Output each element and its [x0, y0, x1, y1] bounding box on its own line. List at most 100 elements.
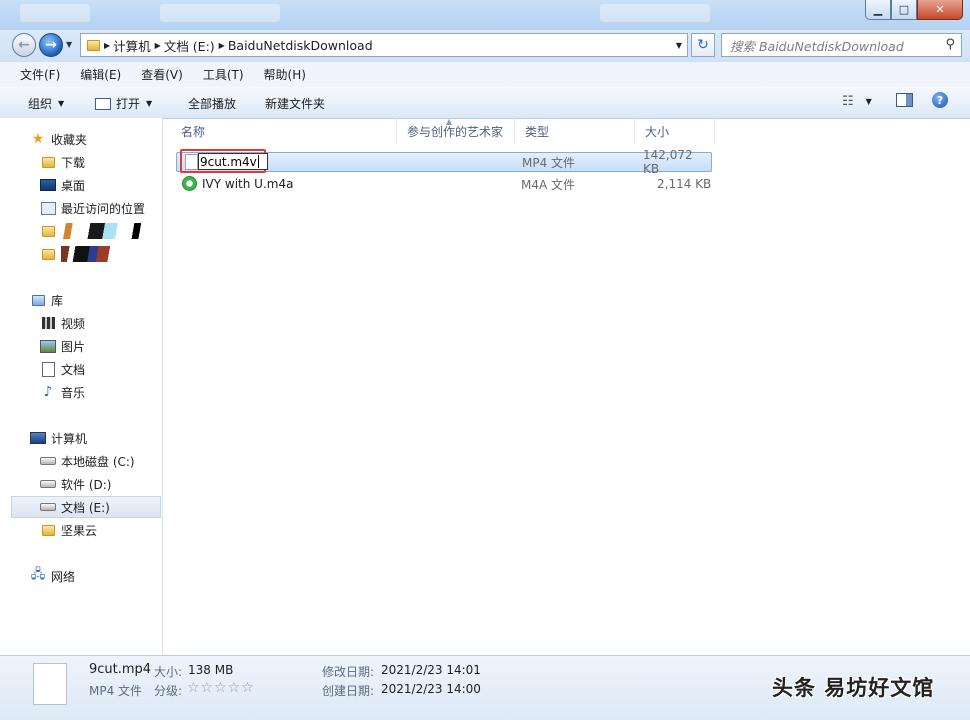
column-headers: 名称 ▲ 参与创作的艺术家 类型 大小 — [163, 117, 970, 144]
column-type-label: 类型 — [525, 124, 550, 139]
details-modified-value: 2021/2/23 14:01 — [381, 663, 481, 677]
help-button[interactable]: ? — [932, 92, 948, 108]
play-all-label: 全部播放 — [188, 97, 237, 111]
nav-computer-label: 计算机 — [51, 431, 88, 446]
folder-icon — [40, 247, 56, 261]
organize-button[interactable]: 组织 ▼ — [28, 95, 64, 112]
file-row[interactable]: IVY with U.m4a M4A 文件 2,114 KB — [176, 174, 712, 194]
system-drive-icon — [40, 454, 56, 468]
menu-help[interactable]: 帮助(H) — [264, 66, 306, 83]
column-header-name[interactable]: 名称 — [171, 118, 397, 144]
close-button[interactable]: ✕ — [917, 0, 963, 20]
details-rating-label: 分级: — [154, 684, 183, 698]
nav-drive-e[interactable]: 文档 (E:) — [11, 496, 161, 518]
redacted-scribble — [61, 246, 116, 262]
nav-downloads-label: 下载 — [61, 155, 86, 170]
rating-stars[interactable]: ☆☆☆☆☆ — [187, 680, 255, 696]
nav-jianguoyun[interactable]: 坚果云 — [40, 519, 200, 541]
drive-icon — [40, 477, 56, 491]
redacted-scribble — [61, 223, 156, 239]
nav-desktop-label: 桌面 — [61, 178, 86, 193]
music-note-icon: ♪ — [43, 384, 53, 400]
new-folder-label: 新建文件夹 — [265, 97, 326, 111]
details-size-label: 大小: — [154, 665, 183, 679]
new-folder-button[interactable]: 新建文件夹 — [265, 95, 325, 112]
downloads-folder-icon — [40, 155, 56, 169]
chevron-right-icon[interactable]: ▶ — [104, 41, 110, 50]
recent-pages-dropdown-icon[interactable]: ▼ — [66, 40, 72, 49]
media-file-icon — [182, 176, 197, 191]
search-input[interactable]: 搜索 BaiduNetdiskDownload ⚲ — [721, 33, 962, 57]
menu-bar: 文件(F) 编辑(E) 查看(V) 工具(T) 帮助(H) — [0, 62, 970, 88]
details-created-value: 2021/2/23 14:00 — [381, 682, 481, 696]
nav-drive-c[interactable]: 本地磁盘 (C:) — [40, 450, 200, 472]
open-button[interactable]: 打开 ▼ — [95, 95, 152, 112]
file-size: 2,114 KB — [657, 177, 712, 191]
column-size-label: 大小 — [645, 124, 670, 139]
breadcrumb-computer[interactable]: 计算机 — [113, 36, 151, 55]
refresh-button[interactable]: ↻ — [691, 33, 715, 57]
search-icon[interactable]: ⚲ — [945, 37, 955, 52]
help-icon: ? — [932, 92, 948, 108]
chevron-down-icon: ▼ — [865, 97, 872, 106]
column-header-type[interactable]: 类型 — [515, 118, 635, 144]
details-view-icon: ☷ — [842, 94, 854, 109]
network-icon: 🖧 — [30, 567, 46, 582]
folder-icon — [40, 523, 56, 537]
chevron-down-icon: ▼ — [58, 99, 65, 108]
chevron-right-icon[interactable]: ▶ — [219, 41, 225, 50]
nav-videos[interactable]: 视频 — [40, 312, 200, 334]
organize-label: 组织 — [28, 97, 53, 111]
nav-recent-label: 最近访问的位置 — [61, 201, 146, 216]
nav-hidden-folder[interactable] — [40, 243, 200, 265]
minimize-button[interactable]: ▁ — [865, 0, 891, 20]
nav-documents[interactable]: 文档 — [40, 358, 200, 380]
nav-recent-places[interactable]: 最近访问的位置 — [40, 197, 200, 219]
play-all-button[interactable]: 全部播放 — [188, 95, 236, 112]
breadcrumb-drive-e[interactable]: 文档 (E:) — [164, 36, 215, 55]
preview-pane-button[interactable] — [896, 93, 913, 107]
address-bar[interactable]: ▶ 计算机 ▶ 文档 (E:) ▶ BaiduNetdiskDownload ▼ — [80, 33, 688, 57]
address-dropdown-icon[interactable]: ▼ — [676, 41, 682, 50]
file-thumbnail-icon — [33, 663, 67, 705]
nav-jianguoyun-label: 坚果云 — [61, 523, 98, 538]
rename-input[interactable]: 9cut.m4v — [198, 153, 268, 170]
nav-favorites-label: 收藏夹 — [51, 132, 88, 147]
menu-tools[interactable]: 工具(T) — [203, 66, 244, 83]
nav-network[interactable]: 🖧 网络 — [30, 565, 190, 587]
rename-input-value: 9cut.m4v — [200, 154, 257, 169]
menu-view[interactable]: 查看(V) — [141, 66, 183, 83]
column-header-size[interactable]: 大小 — [635, 118, 715, 144]
menu-edit[interactable]: 编辑(E) — [80, 66, 121, 83]
nav-computer[interactable]: 计算机 — [30, 427, 190, 449]
watermark-text: 头条 易坊好文馆 — [772, 676, 935, 700]
nav-drive-e-label: 文档 (E:) — [61, 500, 110, 515]
file-name: IVY with U.m4a — [202, 177, 294, 191]
video-icon — [40, 316, 56, 330]
chevron-right-icon[interactable]: ▶ — [155, 41, 161, 50]
nav-drive-d-label: 软件 (D:) — [61, 477, 112, 492]
forward-button[interactable]: → — [39, 33, 63, 57]
nav-libraries[interactable]: 库 — [30, 289, 190, 311]
column-header-artist[interactable]: 参与创作的艺术家 — [397, 118, 515, 144]
maximize-button[interactable]: □ — [891, 0, 917, 20]
menu-file[interactable]: 文件(F) — [20, 66, 60, 83]
nav-pictures[interactable]: 图片 — [40, 335, 200, 357]
folder-icon — [40, 224, 56, 238]
nav-documents-label: 文档 — [61, 362, 86, 377]
recent-places-icon — [40, 201, 56, 215]
breadcrumb-folder[interactable]: BaiduNetdiskDownload — [228, 38, 373, 53]
nav-drive-d[interactable]: 软件 (D:) — [40, 473, 200, 495]
view-options-button[interactable]: ☷ ▼ — [842, 94, 872, 109]
nav-hidden-folder[interactable] — [40, 220, 200, 242]
nav-music[interactable]: ♪ 音乐 — [40, 381, 200, 403]
nav-pictures-label: 图片 — [61, 339, 86, 354]
desktop-icon — [40, 178, 56, 192]
picture-icon — [40, 339, 56, 353]
document-icon — [40, 361, 56, 377]
open-label: 打开 — [116, 97, 141, 111]
back-button[interactable]: ← — [12, 33, 36, 57]
column-name-label: 名称 — [181, 124, 206, 139]
window-icon — [95, 97, 111, 110]
computer-icon — [30, 431, 46, 445]
